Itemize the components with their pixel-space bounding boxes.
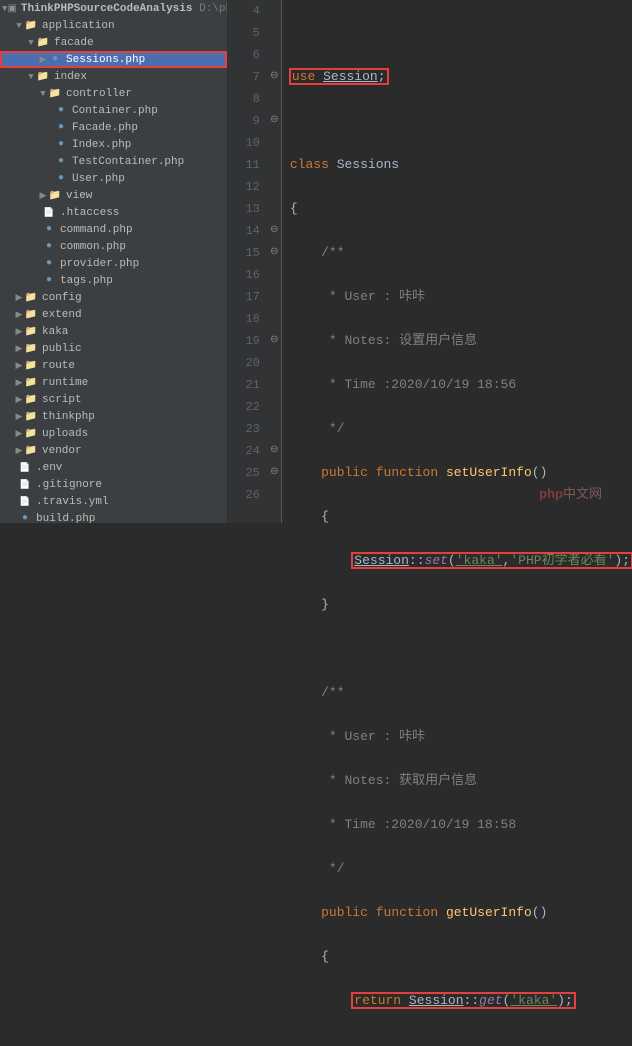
folder-vendor[interactable]: ▶vendor <box>0 442 227 459</box>
php-icon <box>18 512 32 524</box>
code-area[interactable]: use Session; class Sessions { /** * User… <box>282 0 632 523</box>
file-travis-yml[interactable]: .travis.yml <box>0 493 227 510</box>
folder-icon <box>24 393 38 407</box>
folder-icon <box>24 359 38 373</box>
folder-icon <box>48 189 62 203</box>
watermark: php中文网 <box>539 483 602 505</box>
project-tree[interactable]: ▼ ThinkPHPSourceCodeAnalysis D:\phpstudy… <box>0 0 228 523</box>
folder-runtime[interactable]: ▶runtime <box>0 374 227 391</box>
php-icon <box>42 223 56 237</box>
folder-icon <box>36 70 50 84</box>
folder-uploads[interactable]: ▶uploads <box>0 425 227 442</box>
php-icon <box>54 155 68 169</box>
php-icon <box>48 53 62 67</box>
file-icon <box>18 495 32 509</box>
code-editor[interactable]: 4567891011121314151617181920212223242526… <box>228 0 632 523</box>
folder-thinkphp[interactable]: ▶thinkphp <box>0 408 227 425</box>
folder-icon <box>24 291 38 305</box>
folder-extend[interactable]: ▶extend <box>0 306 227 323</box>
file-container-php[interactable]: Container.php <box>0 102 227 119</box>
php-icon <box>54 172 68 186</box>
file-index-php[interactable]: Index.php <box>0 136 227 153</box>
file-env[interactable]: .env <box>0 459 227 476</box>
folder-controller[interactable]: ▼controller <box>0 85 227 102</box>
php-icon <box>42 240 56 254</box>
folder-icon <box>24 410 38 424</box>
folder-icon <box>48 87 62 101</box>
folder-route[interactable]: ▶route <box>0 357 227 374</box>
php-icon <box>54 121 68 135</box>
project-icon <box>7 2 16 16</box>
file-icon <box>18 461 32 475</box>
php-icon <box>54 104 68 118</box>
fold-gutter[interactable]: ⊖⊖⊖⊖⊖⊖⊖ <box>268 0 282 523</box>
file-htaccess[interactable]: .htaccess <box>0 204 227 221</box>
file-common-php[interactable]: common.php <box>0 238 227 255</box>
file-command-php[interactable]: command.php <box>0 221 227 238</box>
folder-kaka[interactable]: ▶kaka <box>0 323 227 340</box>
file-sessions-php[interactable]: ▶Sessions.php <box>0 51 227 68</box>
php-icon <box>42 257 56 271</box>
folder-icon <box>24 308 38 322</box>
folder-icon <box>24 444 38 458</box>
file-build-php[interactable]: build.php <box>0 510 227 523</box>
folder-script[interactable]: ▶script <box>0 391 227 408</box>
file-icon <box>18 478 32 492</box>
file-tags-php[interactable]: tags.php <box>0 272 227 289</box>
folder-icon <box>36 36 50 50</box>
project-name: ThinkPHPSourceCodeAnalysis <box>21 3 193 15</box>
file-provider-php[interactable]: provider.php <box>0 255 227 272</box>
file-facade-php[interactable]: Facade.php <box>0 119 227 136</box>
file-icon <box>42 206 56 220</box>
folder-config[interactable]: ▶config <box>0 289 227 306</box>
project-path: D:\phpstudy_pro\WWW\T <box>199 3 228 15</box>
folder-icon <box>24 427 38 441</box>
folder-icon <box>24 325 38 339</box>
line-number-gutter: 4567891011121314151617181920212223242526 <box>228 0 268 523</box>
file-gitignore[interactable]: .gitignore <box>0 476 227 493</box>
php-icon <box>42 274 56 288</box>
folder-view[interactable]: ▶view <box>0 187 227 204</box>
folder-icon <box>24 19 38 33</box>
folder-public[interactable]: ▶public <box>0 340 227 357</box>
project-root[interactable]: ▼ ThinkPHPSourceCodeAnalysis D:\phpstudy… <box>0 0 227 17</box>
file-user-php[interactable]: User.php <box>0 170 227 187</box>
folder-index[interactable]: ▼index <box>0 68 227 85</box>
php-icon <box>54 138 68 152</box>
folder-icon <box>24 376 38 390</box>
folder-facade[interactable]: ▼facade <box>0 34 227 51</box>
folder-icon <box>24 342 38 356</box>
folder-application[interactable]: ▼application <box>0 17 227 34</box>
file-testcontainer-php[interactable]: TestContainer.php <box>0 153 227 170</box>
